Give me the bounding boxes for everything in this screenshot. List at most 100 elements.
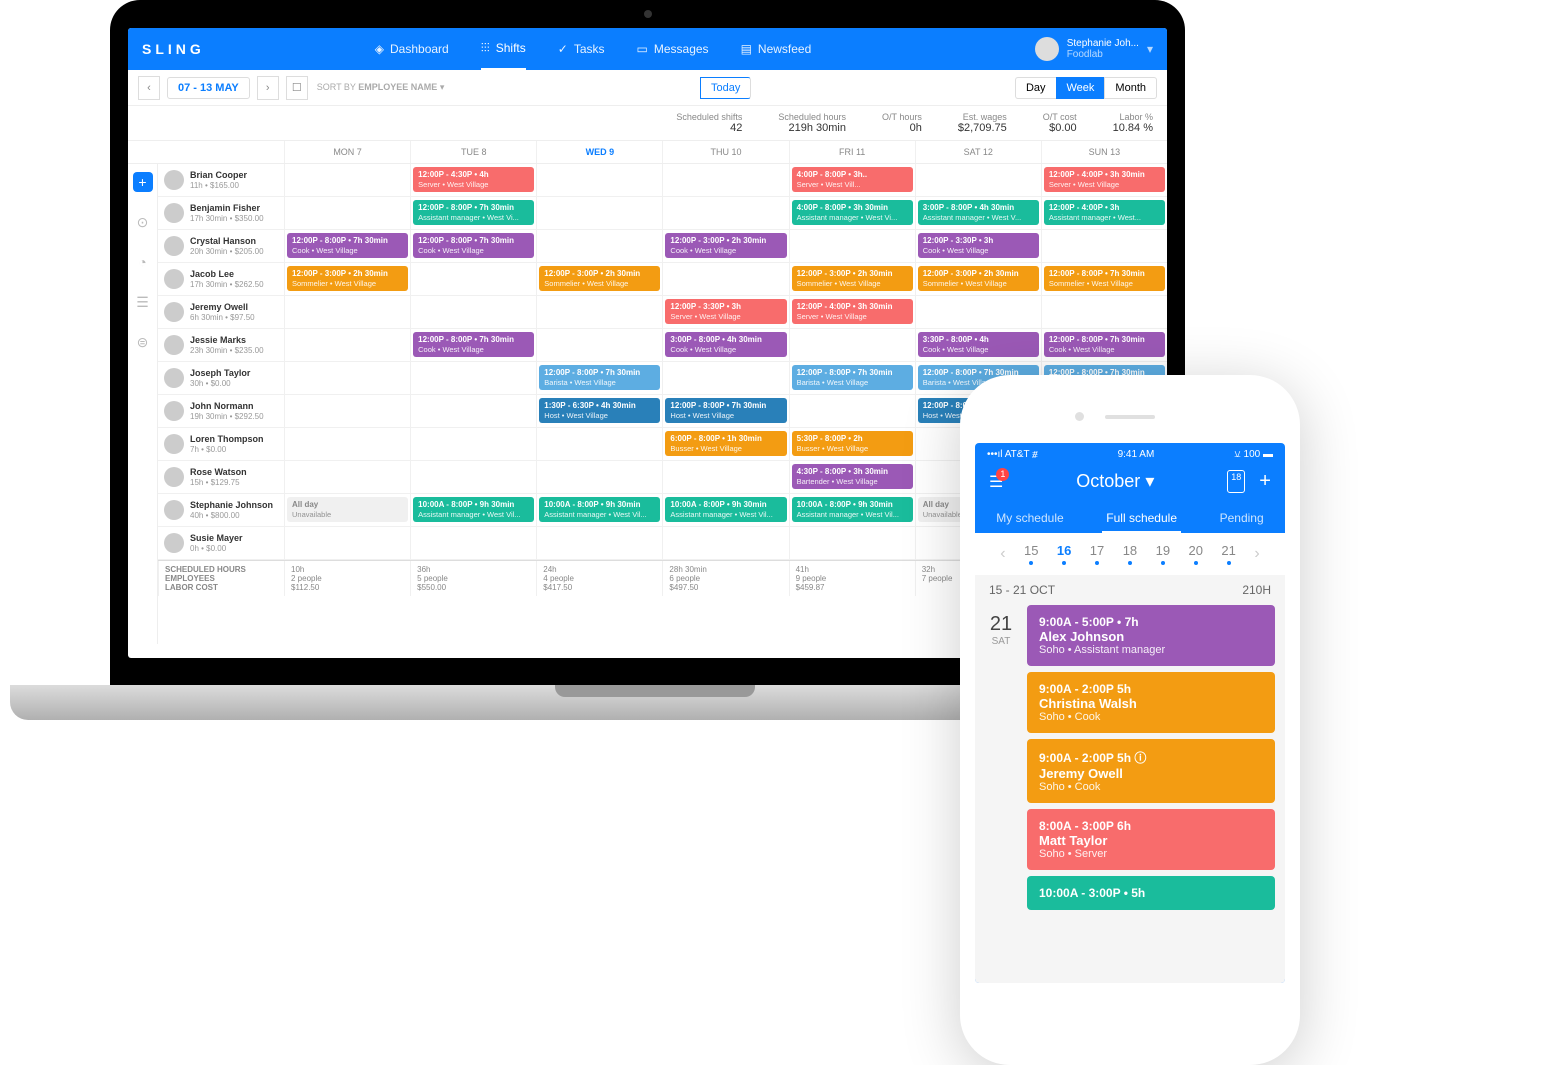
- day-slot[interactable]: [662, 362, 788, 394]
- shift-block[interactable]: 10:00A - 8:00P • 9h 30minAssistant manag…: [539, 497, 660, 522]
- shift-block[interactable]: 12:00P - 3:00P • 2h 30minCook • West Vil…: [665, 233, 786, 258]
- day-slot[interactable]: 12:00P - 4:00P • 3h 30minServer • West V…: [789, 296, 915, 328]
- day-slot[interactable]: [789, 395, 915, 427]
- add-button[interactable]: +: [1259, 470, 1271, 493]
- employee-cell[interactable]: Susie Mayer0h • $0.00: [158, 527, 284, 559]
- employee-cell[interactable]: Crystal Hanson20h 30min • $205.00: [158, 230, 284, 262]
- day-slot[interactable]: 12:00P - 8:00P • 7h 30minHost • West Vil…: [662, 395, 788, 427]
- nav-dashboard[interactable]: ◈Dashboard: [375, 41, 449, 58]
- user-menu[interactable]: Stephanie Joh... Foodlab ▾: [1035, 37, 1153, 61]
- shift-block[interactable]: 12:00P - 3:00P • 2h 30minSommelier • Wes…: [792, 266, 913, 291]
- day-slot[interactable]: 12:00P - 3:00P • 2h 30minSommelier • Wes…: [915, 263, 1041, 295]
- day-slot[interactable]: [662, 164, 788, 196]
- day-slot[interactable]: 12:00P - 3:00P • 2h 30minSommelier • Wes…: [789, 263, 915, 295]
- day-header[interactable]: WED 9: [536, 141, 662, 163]
- shift-block[interactable]: 10:00A - 8:00P • 9h 30minAssistant manag…: [665, 497, 786, 522]
- day-slot[interactable]: 12:00P - 8:00P • 7h 30minCook • West Vil…: [410, 230, 536, 262]
- day-slot[interactable]: 12:00P - 3:30P • 3hServer • West Village: [662, 296, 788, 328]
- day-slot[interactable]: [915, 296, 1041, 328]
- day-slot[interactable]: [662, 527, 788, 559]
- day-slot[interactable]: 4:00P - 8:00P • 3h 30minAssistant manage…: [789, 197, 915, 229]
- date-pill[interactable]: 15: [1024, 543, 1038, 565]
- shift-block[interactable]: 12:00P - 4:00P • 3h 30minServer • West V…: [1044, 167, 1165, 192]
- shift-block[interactable]: 1:30P - 6:30P • 4h 30minHost • West Vill…: [539, 398, 660, 423]
- shift-block[interactable]: 12:00P - 8:00P • 7h 30minCook • West Vil…: [413, 332, 534, 357]
- shift-block[interactable]: 10:00A - 8:00P • 9h 30minAssistant manag…: [792, 497, 913, 522]
- shift-block[interactable]: 12:00P - 8:00P • 7h 30minCook • West Vil…: [1044, 332, 1165, 357]
- shift-card[interactable]: 8:00A - 3:00P 6hMatt TaylorSoho • Server: [1027, 809, 1275, 870]
- tab-full-schedule[interactable]: Full schedule: [1102, 505, 1181, 533]
- employee-cell[interactable]: Jacob Lee17h 30min • $262.50: [158, 263, 284, 295]
- shift-card[interactable]: 9:00A - 2:00P 5hChristina WalshSoho • Co…: [1027, 672, 1275, 733]
- day-slot[interactable]: [536, 296, 662, 328]
- shift-block[interactable]: 12:00P - 3:00P • 2h 30minSommelier • Wes…: [539, 266, 660, 291]
- day-slot[interactable]: 12:00P - 3:00P • 2h 30minSommelier • Wes…: [284, 263, 410, 295]
- employee-cell[interactable]: Jeremy Owell6h 30min • $97.50: [158, 296, 284, 328]
- shift-card[interactable]: 10:00A - 3:00P • 5h: [1027, 876, 1275, 910]
- day-slot[interactable]: [284, 296, 410, 328]
- sort-value[interactable]: EMPLOYEE NAME: [358, 82, 437, 92]
- day-slot[interactable]: [789, 329, 915, 361]
- day-slot[interactable]: [1041, 230, 1167, 262]
- day-header[interactable]: SUN 13: [1041, 141, 1167, 163]
- filter-button[interactable]: ☰1: [989, 472, 1003, 492]
- day-slot[interactable]: 12:00P - 8:00P • 7h 30minSommelier • Wes…: [1041, 263, 1167, 295]
- day-slot[interactable]: 10:00A - 8:00P • 9h 30minAssistant manag…: [662, 494, 788, 526]
- day-slot[interactable]: [284, 527, 410, 559]
- nav-tasks[interactable]: ✓Tasks: [558, 41, 605, 58]
- shift-card[interactable]: 9:00A - 2:00P 5h ⓘJeremy OwellSoho • Coo…: [1027, 739, 1275, 803]
- month-selector[interactable]: October ▾: [1076, 471, 1154, 492]
- day-slot[interactable]: [662, 461, 788, 493]
- day-slot[interactable]: [536, 329, 662, 361]
- employee-cell[interactable]: Stephanie Johnson40h • $800.00: [158, 494, 284, 526]
- day-slot[interactable]: [284, 329, 410, 361]
- day-slot[interactable]: 12:00P - 8:00P • 7h 30minBarista • West …: [789, 362, 915, 394]
- day-slot[interactable]: 12:00P - 3:00P • 2h 30minCook • West Vil…: [662, 230, 788, 262]
- day-slot[interactable]: [410, 296, 536, 328]
- day-slot[interactable]: [410, 362, 536, 394]
- day-slot[interactable]: [410, 395, 536, 427]
- day-slot[interactable]: [410, 527, 536, 559]
- day-slot[interactable]: 3:00P - 8:00P • 4h 30minAssistant manage…: [915, 197, 1041, 229]
- shift-block[interactable]: 12:00P - 3:00P • 2h 30minSommelier • Wes…: [287, 266, 408, 291]
- day-header[interactable]: MON 7: [284, 141, 410, 163]
- day-slot[interactable]: [536, 527, 662, 559]
- calendar-icon[interactable]: 18: [1227, 470, 1245, 493]
- day-slot[interactable]: [410, 461, 536, 493]
- day-slot[interactable]: 3:00P - 8:00P • 4h 30minCook • West Vill…: [662, 329, 788, 361]
- week-view-button[interactable]: Week: [1056, 77, 1105, 99]
- clock-icon[interactable]: ◔: [133, 252, 153, 272]
- shift-block[interactable]: 12:00P - 8:00P • 7h 30minCook • West Vil…: [287, 233, 408, 258]
- month-view-button[interactable]: Month: [1104, 77, 1157, 99]
- shift-block[interactable]: 4:00P - 8:00P • 3h..Server • West Vill..…: [792, 167, 913, 192]
- shift-block[interactable]: 12:00P - 3:30P • 3hServer • West Village: [665, 299, 786, 324]
- day-slot[interactable]: [536, 230, 662, 262]
- day-slot[interactable]: 10:00A - 8:00P • 9h 30minAssistant manag…: [536, 494, 662, 526]
- day-slot[interactable]: All dayUnavailable: [284, 494, 410, 526]
- settings-icon[interactable]: ⊜: [133, 332, 153, 352]
- day-slot[interactable]: [662, 197, 788, 229]
- day-header[interactable]: FRI 11: [789, 141, 915, 163]
- employee-cell[interactable]: Benjamin Fisher17h 30min • $350.00: [158, 197, 284, 229]
- day-slot[interactable]: 12:00P - 4:30P • 4hServer • West Village: [410, 164, 536, 196]
- shift-block[interactable]: 12:00P - 8:00P • 7h 30minBarista • West …: [792, 365, 913, 390]
- employee-cell[interactable]: Brian Cooper11h • $165.00: [158, 164, 284, 196]
- employee-cell[interactable]: Jessie Marks23h 30min • $235.00: [158, 329, 284, 361]
- day-slot[interactable]: [915, 164, 1041, 196]
- next-arrow[interactable]: ›: [1254, 545, 1259, 563]
- next-week-button[interactable]: ›: [257, 76, 279, 100]
- day-header[interactable]: SAT 12: [915, 141, 1041, 163]
- day-slot[interactable]: [789, 527, 915, 559]
- shift-block[interactable]: 12:00P - 3:00P • 2h 30minSommelier • Wes…: [918, 266, 1039, 291]
- shift-block[interactable]: 12:00P - 3:30P • 3hCook • West Village: [918, 233, 1039, 258]
- employee-cell[interactable]: Rose Watson15h • $129.75: [158, 461, 284, 493]
- date-pill[interactable]: 16: [1057, 543, 1071, 565]
- shift-block[interactable]: 5:30P - 8:00P • 2hBusser • West Village: [792, 431, 913, 456]
- shift-block[interactable]: 12:00P - 8:00P • 7h 30minBarista • West …: [539, 365, 660, 390]
- day-slot[interactable]: 5:30P - 8:00P • 2hBusser • West Village: [789, 428, 915, 460]
- day-slot[interactable]: [284, 395, 410, 427]
- date-pill[interactable]: 18: [1123, 543, 1137, 565]
- shift-block[interactable]: 4:30P - 8:00P • 3h 30minBartender • West…: [792, 464, 913, 489]
- shift-block[interactable]: 6:00P - 8:00P • 1h 30minBusser • West Vi…: [665, 431, 786, 456]
- shift-block[interactable]: 12:00P - 4:00P • 3h 30minServer • West V…: [792, 299, 913, 324]
